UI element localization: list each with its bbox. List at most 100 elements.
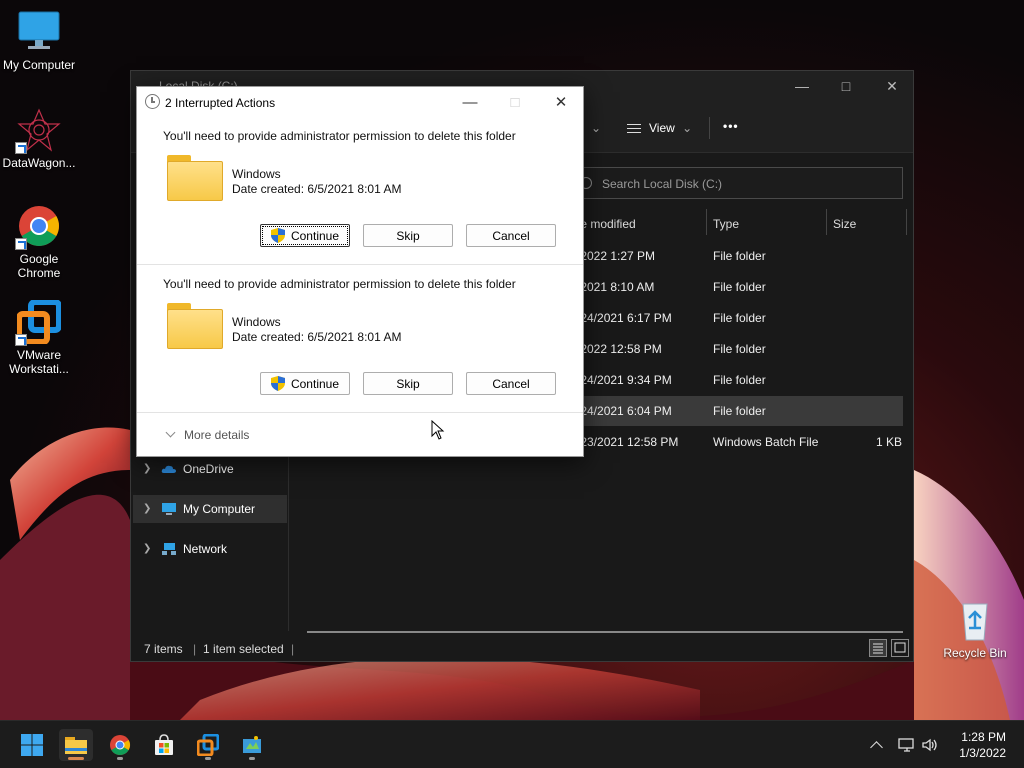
uac-shield-icon — [270, 376, 285, 391]
file-date: Date created: 6/5/2021 8:01 AM — [232, 330, 402, 344]
taskbar-app[interactable] — [235, 729, 269, 761]
column-header-size[interactable]: Size — [833, 217, 856, 231]
permission-message: You'll need to provide administrator per… — [163, 129, 516, 143]
recycle-bin-icon — [953, 598, 997, 642]
cell-type: Windows Batch File — [713, 435, 819, 449]
running-indicator — [117, 757, 123, 760]
file-date: Date created: 6/5/2021 8:01 AM — [232, 182, 402, 196]
show-hidden-icons-button[interactable] — [870, 737, 883, 754]
network-status-button[interactable] — [898, 737, 916, 756]
status-selection: 1 item selected — [203, 642, 284, 656]
volume-button[interactable] — [921, 737, 939, 756]
desktop-icon-vmware[interactable]: VMware Workstati... — [0, 299, 78, 376]
monitor-icon — [161, 502, 177, 516]
nav-item-label: My Computer — [183, 502, 256, 516]
start-button[interactable] — [15, 729, 49, 761]
clock-date: 1/3/2022 — [959, 746, 1006, 760]
minimize-button[interactable]: — — [447, 87, 493, 117]
desktop-icon-label: VMware Workstati... — [9, 348, 69, 376]
chevron-down-icon — [165, 427, 176, 438]
cell-type: File folder — [713, 404, 766, 418]
chevron-down-icon[interactable]: ⌄ — [591, 121, 601, 135]
chevron-right-icon[interactable]: ❯ — [143, 543, 151, 554]
vmware-icon — [15, 299, 62, 346]
column-divider — [906, 209, 907, 235]
view-menu-button[interactable]: View ⌄ — [627, 121, 692, 135]
chevron-down-icon: ⌄ — [682, 121, 693, 135]
taskbar-microsoft-store[interactable] — [147, 729, 181, 761]
interrupted-action-2: You'll need to provide administrator per… — [137, 263, 583, 411]
continue-label: Continue — [290, 376, 340, 391]
skip-button[interactable]: Skip — [363, 224, 453, 247]
cell-size: 1 KB — [876, 435, 903, 449]
interrupted-action-1: You'll need to provide administrator per… — [137, 115, 583, 263]
store-icon — [155, 734, 173, 755]
column-divider — [706, 209, 707, 235]
details-view-button[interactable] — [869, 639, 887, 657]
cancel-label: Cancel — [492, 228, 530, 243]
more-details-toggle[interactable]: More details — [165, 427, 249, 442]
file-name: Windows — [232, 167, 281, 181]
horizontal-scrollbar[interactable] — [307, 631, 903, 633]
desktop-icon-label: Google Chrome — [17, 252, 61, 280]
chevron-right-icon[interactable]: ❯ — [143, 503, 151, 514]
shortcut-arrow-icon — [15, 238, 27, 250]
folder-icon — [167, 155, 223, 201]
taskbar-file-explorer[interactable] — [59, 729, 93, 761]
speaker-icon — [922, 738, 937, 752]
running-indicator — [68, 757, 84, 760]
folder-icon — [167, 303, 223, 349]
close-button[interactable]: ✕ — [869, 71, 915, 101]
nav-item-network[interactable]: ❯ Network — [133, 535, 287, 563]
desktop-icon-label: DataWagon... — [2, 156, 76, 170]
search-placeholder: Search Local Disk (C:) — [602, 177, 723, 191]
taskbar-chrome[interactable] — [103, 729, 137, 761]
details-view-icon — [873, 643, 883, 654]
cancel-button[interactable]: Cancel — [466, 224, 556, 247]
view-lines-icon — [627, 124, 641, 133]
minimize-button[interactable]: — — [779, 71, 825, 101]
desktop-icon-google-chrome[interactable]: Google Chrome — [0, 204, 78, 280]
cell-modified: /23/2021 12:58 PM — [577, 435, 679, 449]
more-options-button[interactable]: ••• — [723, 119, 739, 133]
continue-button[interactable]: Continue — [260, 224, 350, 247]
taskbar-vmware[interactable] — [191, 729, 225, 761]
permission-message: You'll need to provide administrator per… — [163, 277, 516, 291]
column-header-type[interactable]: Type — [713, 217, 739, 231]
desktop-icon-label: My Computer — [2, 58, 76, 72]
chevron-right-icon[interactable]: ❯ — [143, 463, 151, 474]
interrupted-actions-dialog[interactable]: 2 Interrupted Actions — □ ✕ You'll need … — [136, 86, 584, 457]
desktop-icon-my-computer[interactable]: My Computer — [0, 10, 78, 72]
continue-button[interactable]: Continue — [260, 372, 350, 395]
status-separator: | — [193, 642, 197, 656]
skip-button[interactable]: Skip — [363, 372, 453, 395]
cell-modified: /2022 1:27 PM — [577, 249, 656, 263]
taskbar: 1:28 PM 1/3/2022 — [0, 720, 1024, 768]
section-divider — [137, 412, 583, 413]
cancel-button[interactable]: Cancel — [466, 372, 556, 395]
folder-icon — [65, 737, 87, 754]
cloud-icon — [161, 462, 177, 476]
skip-label: Skip — [396, 228, 420, 243]
uac-shield-icon — [270, 228, 285, 243]
column-header-date-modified[interactable]: te modified — [577, 217, 636, 231]
desktop-icon-recycle-bin[interactable]: Recycle Bin — [936, 598, 1014, 660]
mouse-cursor-icon — [431, 420, 445, 440]
dialog-titlebar[interactable]: 2 Interrupted Actions — □ ✕ — [137, 87, 583, 117]
system-clock[interactable]: 1:28 PM 1/3/2022 — [959, 729, 1006, 761]
desktop-icon-datawagon[interactable]: DataWagon... — [0, 108, 78, 170]
tiles-view-button[interactable] — [891, 639, 909, 657]
file-name: Windows — [232, 315, 281, 329]
maximize-button[interactable]: □ — [823, 71, 869, 101]
status-item-count: 7 items — [144, 642, 183, 656]
search-input[interactable]: Search Local Disk (C:) — [571, 167, 903, 199]
nav-item-my-computer[interactable]: ❯ My Computer — [133, 495, 287, 523]
continue-label: Continue — [290, 228, 340, 243]
skip-label: Skip — [396, 376, 420, 391]
nav-item-onedrive[interactable]: ❯ OneDrive — [133, 455, 287, 483]
nav-item-label: OneDrive — [183, 462, 234, 476]
shortcut-arrow-icon — [15, 334, 27, 346]
close-button[interactable]: ✕ — [538, 87, 584, 117]
cell-modified: /2022 12:58 PM — [577, 342, 662, 356]
network-icon — [898, 738, 914, 752]
